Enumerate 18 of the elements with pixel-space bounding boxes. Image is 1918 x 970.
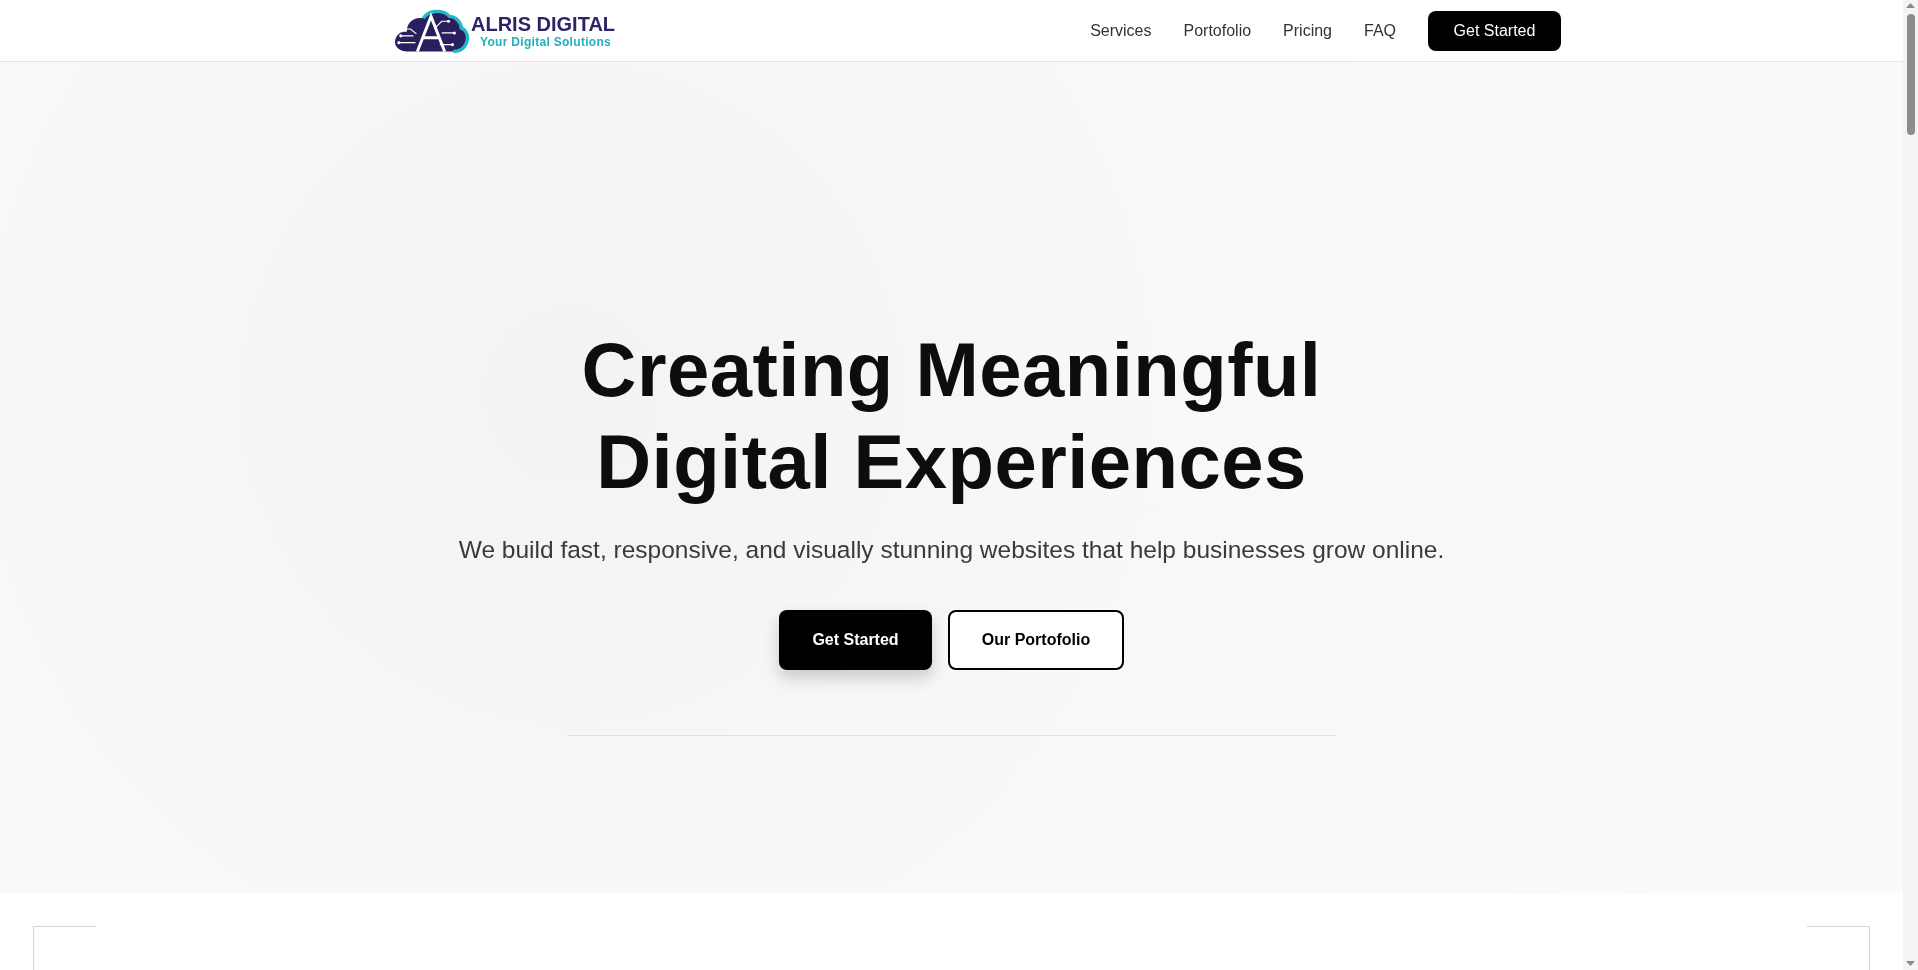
logo-icon [393,7,470,54]
brand-name: ALRIS DIGITAL [471,13,616,35]
scrollbar[interactable] [1903,0,1918,970]
scroll-down-icon[interactable] [1906,961,1915,966]
corner-bracket [1807,926,1870,970]
nav-link[interactable]: FAQ [1364,18,1396,43]
brand-tagline: Your Digital Solutions [480,35,613,49]
get-started-button[interactable]: Get Started [1428,10,1561,51]
hero-title: Creating Meaningful Digital Experiences [580,326,1323,506]
get-started-button[interactable]: Get Started [779,610,932,670]
nav-link[interactable]: Pricing [1283,18,1332,43]
nav-link[interactable]: Services [1090,18,1152,43]
portfolio-button[interactable]: Our Portofolio [948,610,1124,670]
corner-bracket [33,926,96,970]
scroll-up-icon[interactable] [1906,3,1915,8]
hero-subtitle: We build fast, responsive, and visually stunning websites that help businesses grow online. [458,535,1445,565]
scrollbar-thumb[interactable] [1906,14,1915,135]
nav-link[interactable]: Portofolio [1183,18,1252,43]
